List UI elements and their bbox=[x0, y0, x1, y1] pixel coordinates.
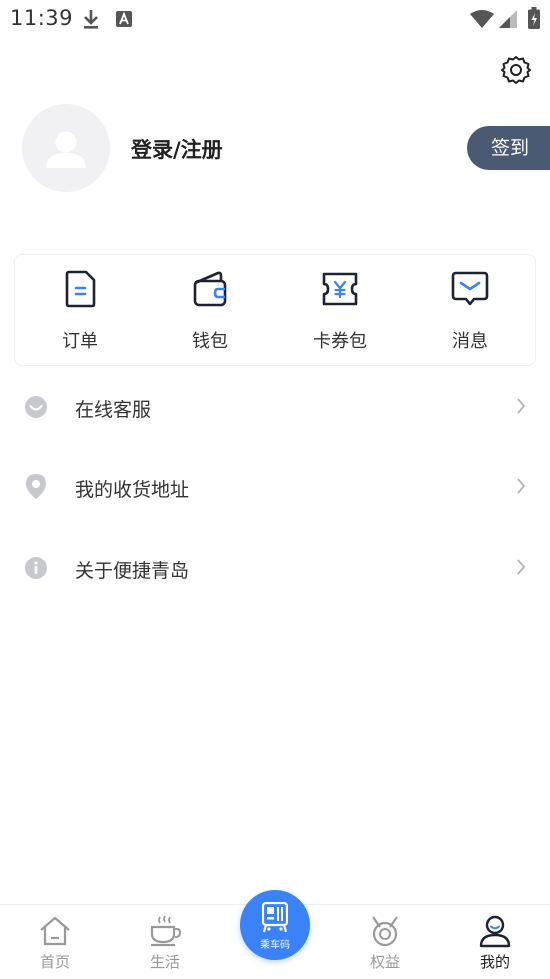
tab-label: 生活 bbox=[149, 953, 180, 971]
tab-label: 我的 bbox=[479, 953, 510, 971]
tab-mine[interactable]: 我的 bbox=[450, 905, 540, 979]
ride-code-label: 乘车码 bbox=[260, 940, 290, 951]
coupon-label: 卡券包 bbox=[313, 331, 367, 352]
checkin-button[interactable]: 签到 bbox=[467, 126, 550, 170]
coupon-icon bbox=[322, 272, 358, 306]
status-bar: 11:39 bbox=[0, 0, 550, 38]
order-button[interactable]: 订单 bbox=[25, 255, 135, 367]
chevron-right-icon bbox=[516, 558, 526, 580]
message-button[interactable]: 消息 bbox=[415, 255, 525, 367]
info-icon bbox=[24, 556, 48, 584]
login-register-link[interactable]: 登录/注册 bbox=[131, 134, 223, 164]
a-notification-icon bbox=[116, 11, 132, 31]
profile-header: 登录/注册 签到 bbox=[0, 100, 550, 196]
wallet-label: 钱包 bbox=[192, 331, 228, 352]
tab-benefits[interactable]: 权益 bbox=[340, 905, 430, 979]
status-time: 11:39 bbox=[10, 6, 74, 30]
gear-icon bbox=[501, 56, 531, 84]
tab-label: 首页 bbox=[39, 953, 70, 971]
menu-label: 关于便捷青岛 bbox=[75, 560, 190, 582]
battery-icon bbox=[528, 7, 540, 33]
medal-icon bbox=[372, 916, 398, 947]
quick-actions-card: 订单 钱包 卡券包 消息 bbox=[14, 254, 536, 366]
chevron-right-icon bbox=[516, 397, 526, 419]
wallet-button[interactable]: 钱包 bbox=[155, 255, 265, 367]
wallet-icon bbox=[193, 271, 227, 307]
default-avatar-icon bbox=[46, 131, 86, 168]
chevron-right-icon bbox=[516, 477, 526, 499]
menu-shipping-address[interactable]: 我的收货地址 bbox=[0, 454, 550, 520]
order-label: 订单 bbox=[62, 331, 98, 352]
signal-icon bbox=[498, 9, 518, 33]
settings-button[interactable] bbox=[500, 54, 532, 86]
avatar[interactable] bbox=[22, 104, 110, 192]
order-icon bbox=[65, 270, 96, 308]
wifi-icon bbox=[470, 9, 494, 33]
menu-about[interactable]: 关于便捷青岛 bbox=[0, 535, 550, 601]
coffee-icon bbox=[150, 915, 182, 947]
download-icon bbox=[82, 8, 100, 34]
customer-service-icon bbox=[24, 395, 48, 423]
menu-customer-service[interactable]: 在线客服 bbox=[0, 374, 550, 440]
menu-label: 我的收货地址 bbox=[75, 479, 190, 501]
ride-code-button[interactable]: 乘车码 bbox=[240, 890, 310, 960]
user-icon bbox=[479, 915, 511, 948]
message-label: 消息 bbox=[452, 331, 488, 352]
coupon-button[interactable]: 卡券包 bbox=[285, 255, 395, 367]
tab-life[interactable]: 生活 bbox=[120, 905, 210, 979]
message-icon bbox=[451, 271, 489, 306]
menu-label: 在线客服 bbox=[75, 399, 152, 421]
tab-label: 权益 bbox=[369, 953, 400, 971]
tab-home[interactable]: 首页 bbox=[10, 905, 100, 979]
home-icon bbox=[40, 916, 70, 946]
ride-code-icon bbox=[262, 902, 288, 933]
location-icon bbox=[24, 473, 48, 505]
